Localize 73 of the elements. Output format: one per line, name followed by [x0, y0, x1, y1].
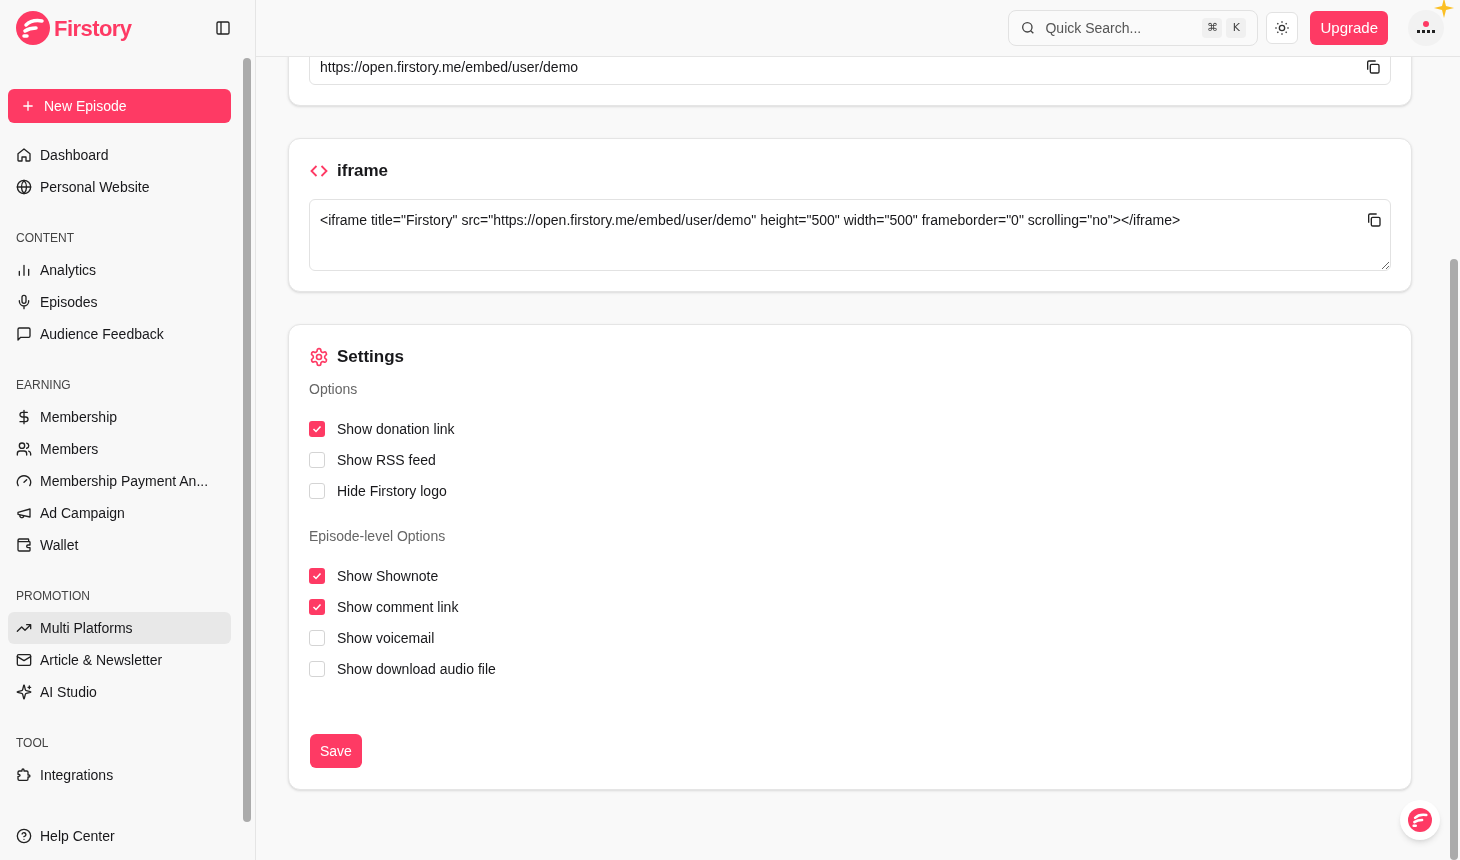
section-heading: CONTENT — [15, 230, 75, 247]
wallet-icon — [16, 537, 32, 553]
checkbox[interactable] — [309, 598, 325, 615]
sidebar-item[interactable]: Membership Payment An... — [8, 465, 231, 497]
home-icon — [16, 147, 32, 163]
microphone-icon — [16, 294, 32, 310]
sidebar-item[interactable]: Dashboard — [8, 139, 231, 171]
gauge-icon — [16, 473, 32, 489]
sidebar-item[interactable]: Membership — [8, 401, 231, 433]
card-title: Settings — [337, 346, 405, 369]
globe-icon — [16, 179, 32, 195]
save-button[interactable]: Save — [310, 734, 362, 768]
users-icon — [16, 441, 32, 457]
embed-link-field[interactable]: https://open.firstory.me/embed/user/demo — [309, 57, 1391, 85]
group-label: Episode-level Options — [309, 527, 447, 546]
sidebar-toggle-icon[interactable] — [215, 20, 231, 36]
gear-icon — [309, 347, 329, 367]
checkbox[interactable] — [309, 567, 325, 584]
sparkles-icon — [16, 684, 32, 700]
sidebar-item[interactable]: Help Center — [8, 820, 231, 852]
firstory-logo-icon — [1408, 808, 1432, 832]
plus-icon — [20, 98, 36, 114]
shortcut-key: K — [1226, 18, 1247, 38]
shortcut-key: ⌘ — [1202, 18, 1223, 38]
option-label: Show comment link — [337, 597, 459, 617]
sidebar-item[interactable]: Wallet — [8, 529, 231, 561]
option-label: Show Shownote — [337, 566, 439, 586]
checkbox[interactable] — [309, 629, 325, 646]
sidebar-item[interactable]: Multi Platforms — [8, 612, 231, 644]
upgrade-button[interactable]: Upgrade — [1310, 11, 1388, 45]
avatar-icon[interactable] — [1408, 10, 1444, 46]
sidebar-item[interactable]: Personal Website — [8, 171, 231, 203]
checkbox[interactable] — [309, 660, 325, 677]
option-label: Show voicemail — [337, 628, 435, 648]
scrollbar-thumb[interactable] — [1450, 259, 1458, 860]
copy-icon[interactable] — [1366, 212, 1382, 228]
section-heading: TOOL — [15, 735, 50, 752]
scrollbar-thumb[interactable] — [243, 58, 251, 822]
sidebar-item[interactable]: Episodes — [8, 286, 231, 318]
sidebar-item[interactable]: Ad Campaign — [8, 497, 231, 529]
megaphone-icon — [16, 505, 32, 521]
sparkle-icon — [1434, 0, 1454, 18]
firstory-logo-icon — [16, 11, 50, 45]
option-label: Hide Firstory logo — [337, 481, 447, 501]
section-heading: PROMOTION — [15, 588, 91, 605]
group-label: Options — [309, 380, 359, 399]
speech-bubble-icon — [16, 326, 32, 342]
checkbox[interactable] — [309, 420, 325, 437]
brand-name: Firstory — [54, 14, 132, 43]
puzzle-icon — [16, 767, 32, 783]
bar-chart-icon — [16, 262, 32, 278]
card-title: iframe — [337, 160, 389, 183]
checkbox[interactable] — [309, 482, 325, 499]
dollar-icon — [16, 409, 32, 425]
embed-code-field[interactable]: <iframe title="Firstory" src="https://open.firstory.me/embed/user/demo" height="500" width="500" frameborder="0" scrolling="no"></iframe> — [309, 199, 1391, 271]
help-icon — [16, 828, 32, 844]
option-label: Show donation link — [337, 419, 455, 439]
sun-icon — [1274, 20, 1291, 36]
sidebar-item[interactable]: Article & Newsletter — [8, 644, 231, 676]
envelope-icon — [16, 652, 32, 668]
sidebar-item[interactable]: AI Studio — [8, 676, 231, 708]
sidebar-item[interactable]: Analytics — [8, 254, 231, 286]
option-label: Show RSS feed — [337, 450, 436, 470]
theme-toggle-button[interactable] — [1266, 12, 1299, 44]
copy-icon[interactable] — [1365, 59, 1381, 75]
sidebar-item[interactable]: Integrations — [8, 759, 231, 791]
section-heading: EARNING — [15, 377, 72, 394]
checkbox[interactable] — [309, 451, 325, 468]
new-episode-button[interactable]: New Episode — [8, 89, 231, 123]
chat-button[interactable] — [1400, 800, 1440, 840]
sidebar-item[interactable]: Audience Feedback — [8, 318, 231, 350]
sidebar-item[interactable]: Members — [8, 433, 231, 465]
option-label: Show download audio file — [337, 659, 496, 679]
